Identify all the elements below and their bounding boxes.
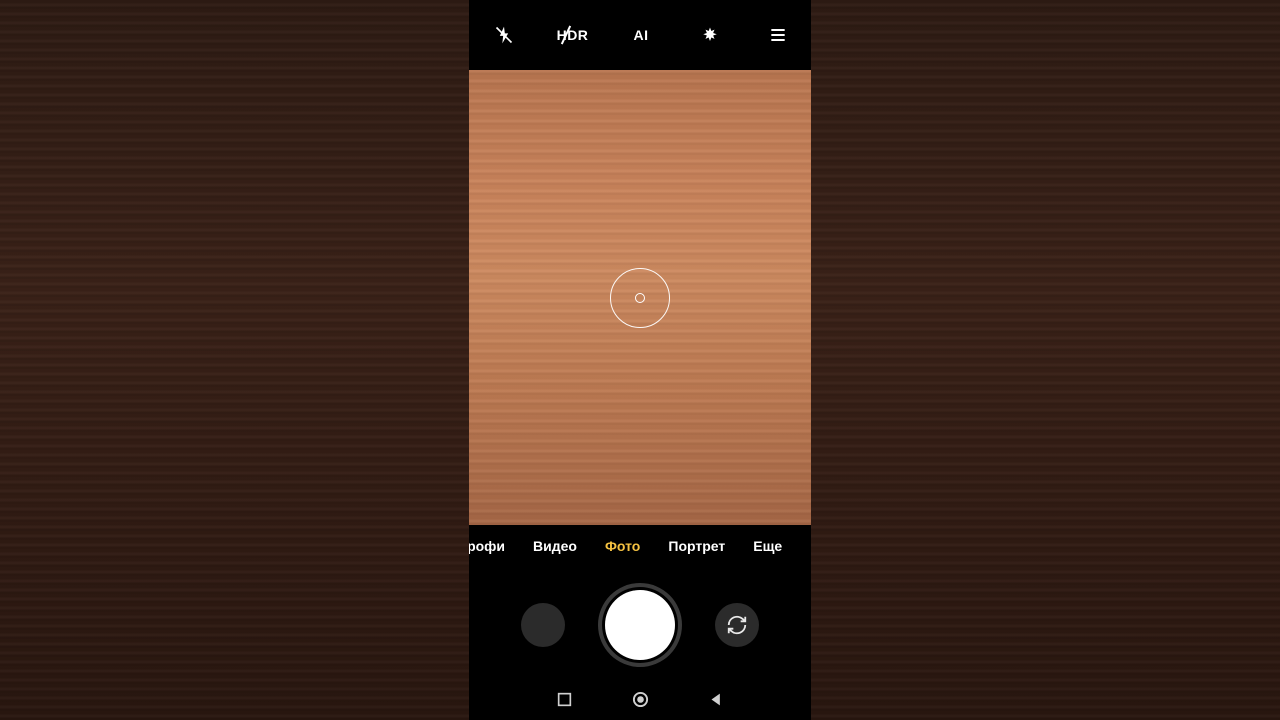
gallery-thumbnail[interactable] <box>521 603 565 647</box>
mode-portrait[interactable]: Портрет <box>654 538 739 554</box>
mode-more[interactable]: Еще <box>739 538 782 554</box>
nav-home-button[interactable] <box>631 690 649 708</box>
shutter-button[interactable] <box>605 590 675 660</box>
filters-icon[interactable] <box>695 20 725 50</box>
nav-recent-button[interactable] <box>555 690 573 708</box>
ai-label: AI <box>634 27 649 43</box>
android-navbar <box>469 678 811 720</box>
menu-icon[interactable] <box>763 20 793 50</box>
ai-toggle[interactable]: AI <box>626 20 656 50</box>
switch-camera-icon <box>726 614 748 636</box>
camera-viewfinder[interactable] <box>469 70 811 525</box>
flash-off-icon[interactable] <box>489 20 519 50</box>
mode-pro[interactable]: Профи <box>469 538 519 554</box>
hdr-label: HDR <box>557 27 589 43</box>
nav-back-button[interactable] <box>707 690 725 708</box>
camera-topbar: HDR AI <box>469 0 811 70</box>
mode-photo[interactable]: Фото <box>591 538 654 554</box>
camera-controls <box>469 567 811 678</box>
hdr-toggle[interactable]: HDR <box>558 20 588 50</box>
phone-frame: HDR AI Профи Видео Фото Портрет Еще <box>469 0 811 720</box>
camera-mode-strip[interactable]: Профи Видео Фото Портрет Еще <box>469 525 811 567</box>
mode-video[interactable]: Видео <box>519 538 591 554</box>
switch-camera-button[interactable] <box>715 603 759 647</box>
focus-ring-icon <box>610 268 670 328</box>
